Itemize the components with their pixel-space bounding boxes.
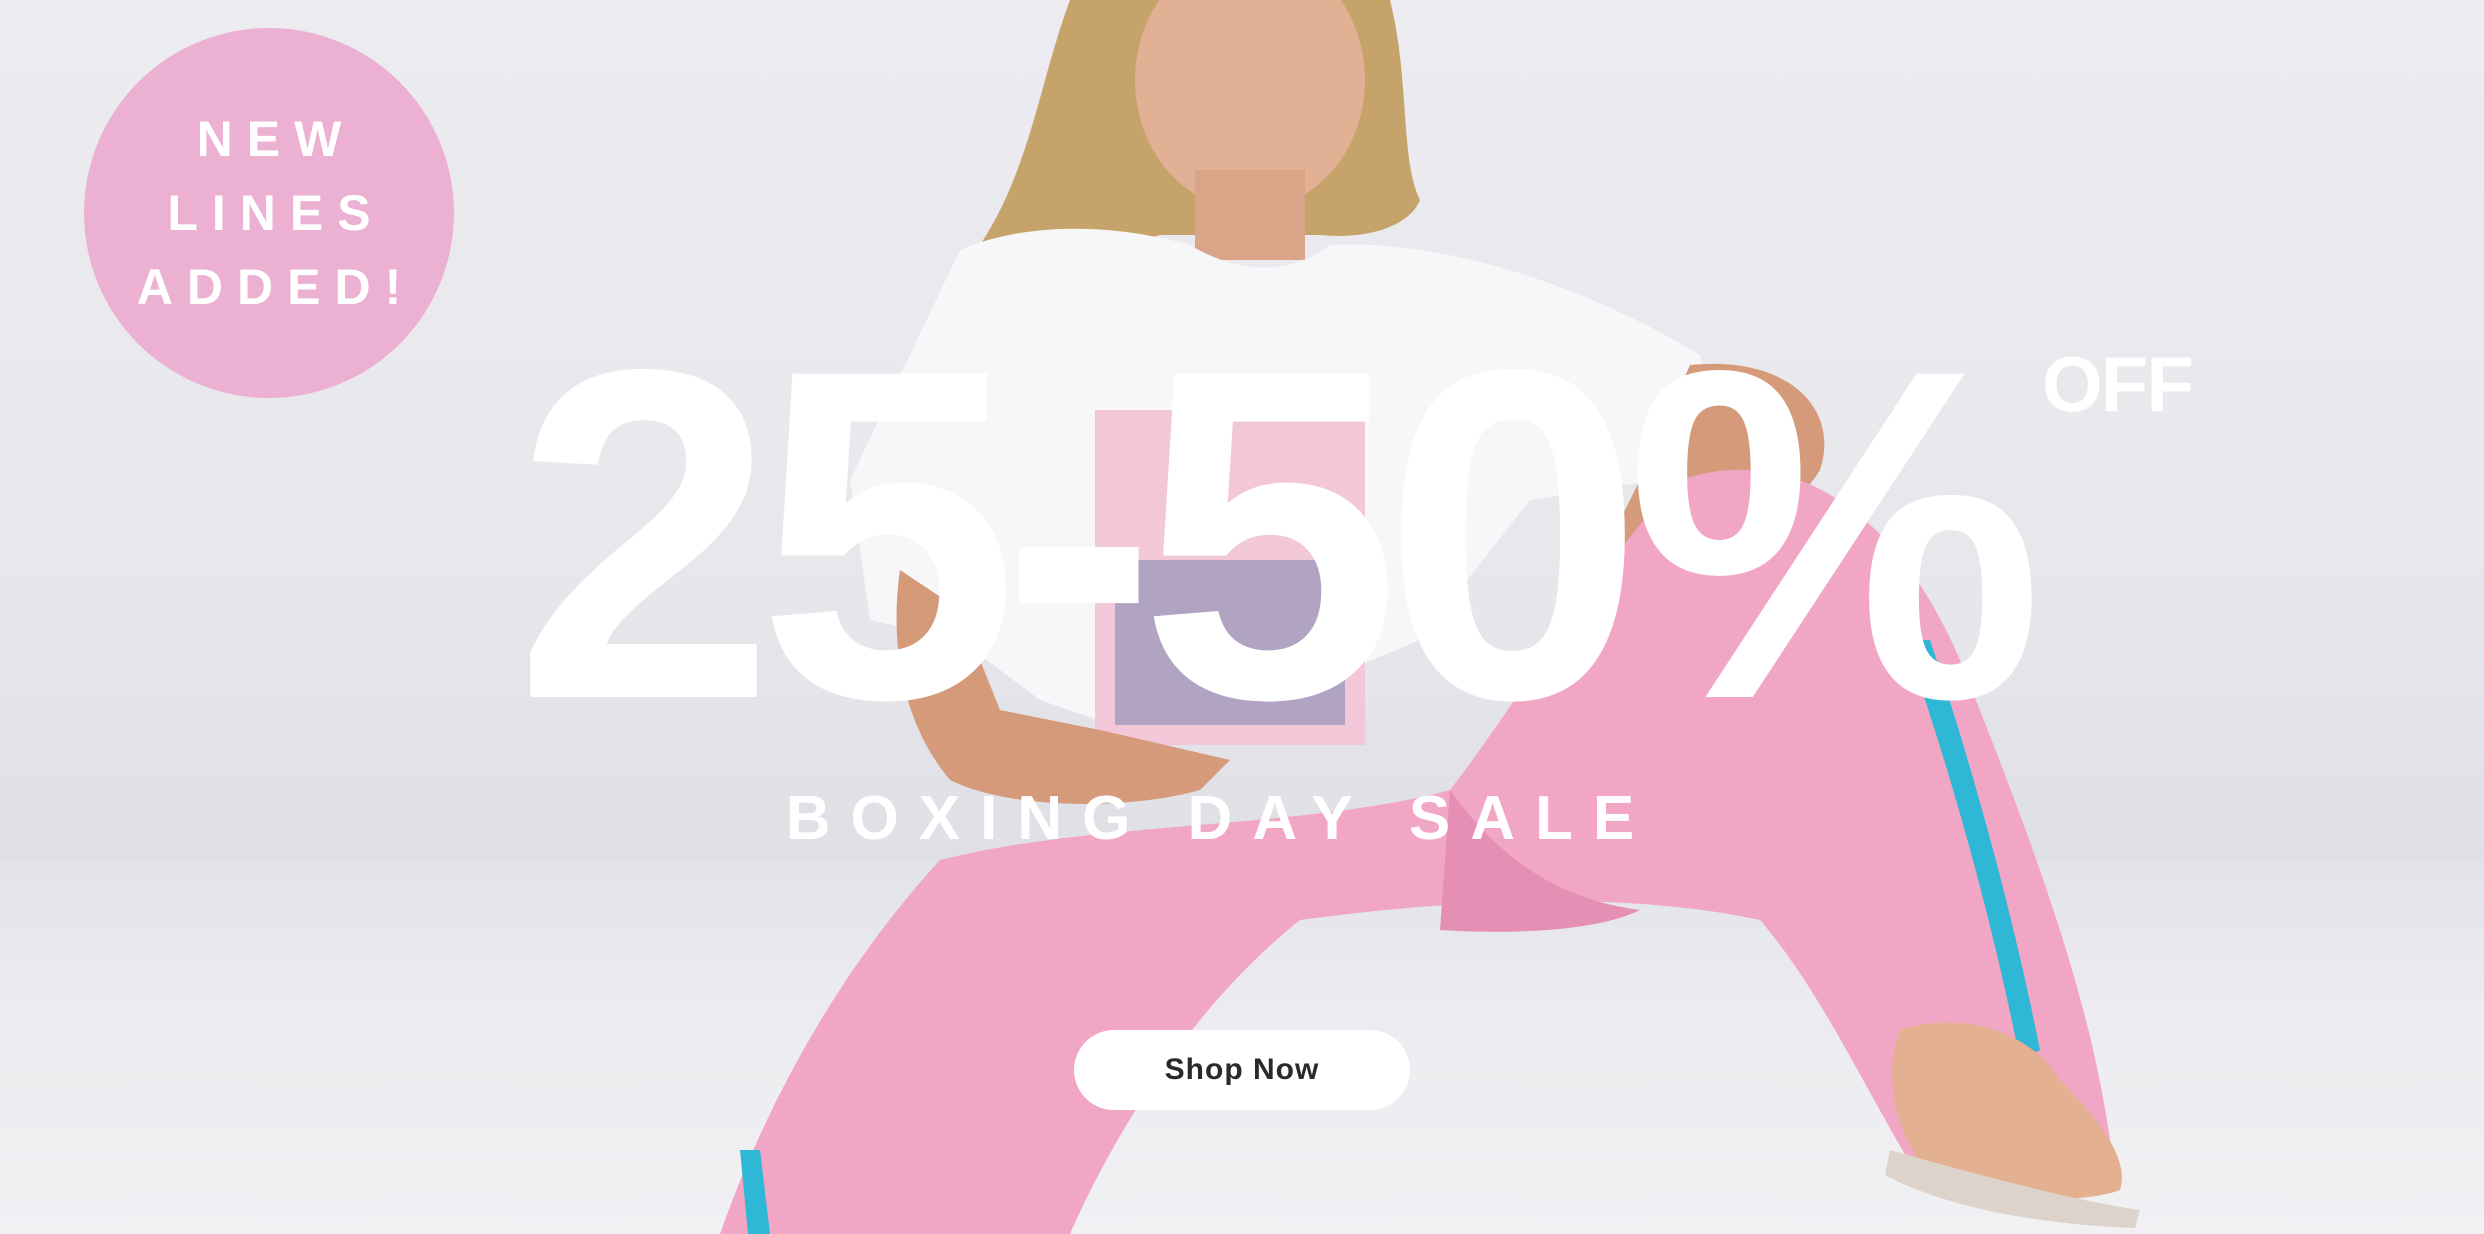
badge-line-2: LINES bbox=[167, 185, 385, 241]
sale-hero-banner[interactable]: NEW LINES ADDED! 25-50% OFF BOXING DAY S… bbox=[0, 0, 2484, 1234]
shop-now-button[interactable]: Shop Now bbox=[1074, 1030, 1410, 1110]
sale-subheadline: BOXING DAY SALE bbox=[785, 784, 1655, 853]
badge-line-1: NEW bbox=[196, 111, 356, 167]
off-label: OFF bbox=[2042, 340, 2194, 428]
discount-headline: 25-50% bbox=[514, 272, 2044, 797]
badge-line-3: ADDED! bbox=[136, 259, 416, 315]
